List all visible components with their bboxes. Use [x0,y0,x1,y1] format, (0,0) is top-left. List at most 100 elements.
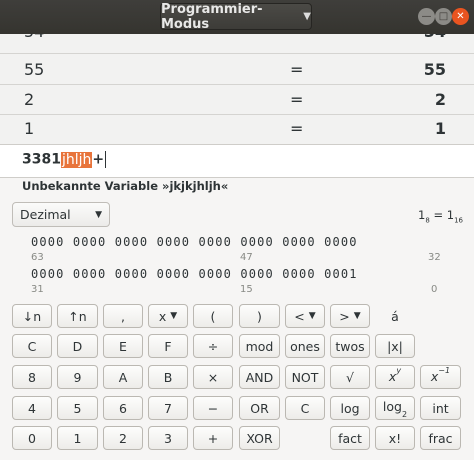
history-result: 55 [423,60,446,79]
button-label: XOR [246,430,273,446]
button-label: x [158,308,167,324]
bit-display: 0000 0000 0000 0000 0000 0000 0000 0000 … [0,232,474,302]
or-button[interactable]: OR [239,396,280,420]
history-row[interactable]: 55 = 55 [0,56,474,84]
twos-complement-button[interactable]: twos [330,334,370,358]
hex-e-button[interactable]: E [103,334,143,358]
hex-b-button[interactable]: B [148,365,188,389]
number-base-select[interactable]: Dezimal ▼ [12,202,110,227]
ones-complement-button[interactable]: ones [285,334,325,358]
button-label: F [164,338,172,354]
hex-d-button[interactable]: D [57,334,98,358]
shift-right-button[interactable]: ↓n [12,304,52,328]
integer-button[interactable]: int [420,396,461,420]
button-label: 4 [28,400,36,416]
history-result: 2 [434,90,446,109]
open-paren-button[interactable]: ( [193,304,233,328]
comma-button[interactable]: , [103,304,143,328]
button-label: ÷ [207,338,219,354]
mode-label: Programmier-Modus [161,1,263,32]
digit-7-button[interactable]: 7 [148,396,188,420]
history-row[interactable]: 54 = 54 [0,34,474,46]
log-button[interactable]: log [330,396,370,420]
button-label: 5 [73,400,82,416]
character-button[interactable]: á [375,304,415,328]
mod-button[interactable]: mod [239,334,280,358]
button-label: C [300,400,310,416]
divide-button[interactable]: ÷ [193,334,233,358]
history-row[interactable]: 2 = 2 [0,86,474,114]
expression-input[interactable]: 3381jhljh+ [0,144,474,178]
button-label: fact [338,430,362,446]
history-equals: = [290,34,303,41]
button-label: ) [257,308,262,324]
log2-button[interactable]: log2 [375,396,415,420]
subtract-button[interactable]: − [193,396,233,420]
digit-4-button[interactable]: 4 [12,396,52,420]
digit-8-button[interactable]: 8 [12,365,52,389]
x-menu-button[interactable]: x ▼ [148,304,188,328]
inverse-button[interactable]: x−1 [420,365,461,389]
button-label: 1 [73,430,82,446]
history-result: 54 [424,34,446,41]
chevron-down-icon: ▼ [353,311,361,321]
button-label: < [294,308,305,324]
hex-a-button[interactable]: A [103,365,143,389]
hex-f-button[interactable]: F [148,334,188,358]
history-row[interactable]: 1 = 1 [0,115,474,143]
add-button[interactable]: + [193,426,233,450]
button-subscript: 2 [401,409,408,419]
button-label: log [340,400,360,416]
history-result: 1 [434,119,446,138]
history-expression: 55 [24,60,45,79]
history-equals: = [290,90,304,109]
chevron-down-icon: ▼ [303,11,311,22]
history-list: 54 = 54 55 = 55 2 = 2 1 = 1 [0,34,474,144]
fraction-button[interactable]: frac [420,426,461,450]
button-label: log [382,399,402,415]
digit-5-button[interactable]: 5 [57,396,98,420]
close-icon[interactable]: ✕ [452,8,469,25]
not-button[interactable]: NOT [285,365,325,389]
mode-selector-button[interactable]: Programmier-Modus ▼ [160,1,312,32]
hex-c-button[interactable]: C [12,334,52,358]
button-label: ( [210,308,216,324]
power-button[interactable]: xy [375,365,415,389]
absolute-button[interactable]: |x| [375,334,415,358]
button-label: mod [245,338,274,354]
button-label: AND [245,369,274,385]
button-label: 0 [28,430,36,446]
shift-left-button[interactable]: ↑n [57,304,98,328]
digit-6-button[interactable]: 6 [103,396,143,420]
digit-9-button[interactable]: 9 [57,365,98,389]
error-message: Unbekannte Variable »jkjkjhljh« [22,179,229,193]
less-than-menu-button[interactable]: < ▼ [285,304,325,328]
greater-than-menu-button[interactable]: > ▼ [330,304,370,328]
maximize-icon[interactable]: □ [435,8,452,25]
digit-2-button[interactable]: 2 [103,426,143,450]
button-label: 7 [164,400,172,416]
factorize-button[interactable]: fact [330,426,370,450]
factorial-button[interactable]: x! [375,426,415,450]
digit-3-button[interactable]: 3 [148,426,188,450]
multiply-button[interactable]: × [193,365,233,389]
clear-button[interactable]: C [285,396,325,420]
bit-line-upper[interactable]: 0000 0000 0000 0000 0000 0000 0000 0000 [31,235,358,249]
history-equals: = [290,119,304,138]
digit-0-button[interactable]: 0 [12,426,52,450]
button-label: x! [388,430,402,446]
bit-line-lower[interactable]: 0000 0000 0000 0000 0000 0000 0000 0001 [31,267,358,281]
button-label: ↑n [68,308,87,324]
square-root-button[interactable]: √ [330,365,370,389]
xor-button[interactable]: XOR [239,426,280,450]
title-bar: Programmier-Modus ▼ — □ ✕ [0,0,474,35]
minimize-icon[interactable]: — [418,8,435,25]
button-label: + [207,430,219,446]
and-button[interactable]: AND [239,365,280,389]
button-label: 8 [28,369,36,385]
button-label: − [207,400,219,416]
button-label: 6 [119,400,127,416]
button-label: á [391,308,399,324]
digit-1-button[interactable]: 1 [57,426,98,450]
close-paren-button[interactable]: ) [239,304,280,328]
